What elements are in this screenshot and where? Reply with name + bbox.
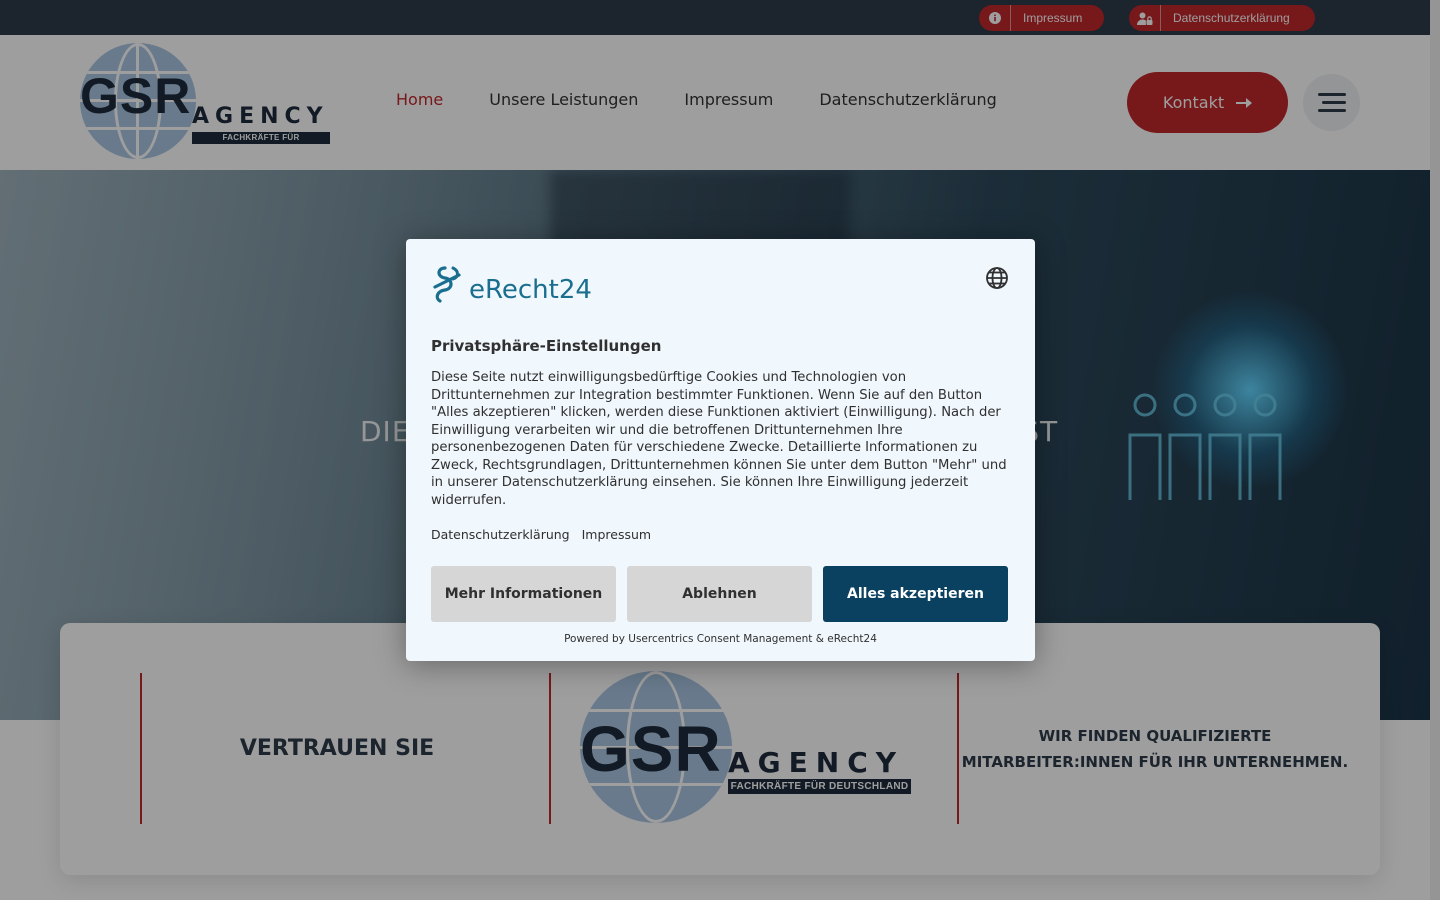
consent-title: Privatsphäre-Einstellungen (431, 337, 662, 355)
more-info-button[interactable]: Mehr Informationen (431, 566, 616, 622)
erecht24-logo: eRecht24 (431, 265, 592, 303)
consent-body-text: Diese Seite nutzt einwilligungsbedürftig… (431, 370, 1007, 508)
decline-button[interactable]: Ablehnen (627, 566, 812, 622)
powered-by-text: Powered by Usercentrics Consent Manageme… (564, 633, 877, 645)
consent-imprint-link[interactable]: Impressum (582, 527, 651, 542)
consent-privacy-link[interactable]: Datenschutzerklärung (431, 527, 570, 542)
consent-dialog: eRecht24 Privatsphäre-Einstellungen Dies… (406, 239, 1035, 661)
erecht24-wordmark: eRecht24 (469, 275, 592, 305)
language-globe-icon[interactable] (985, 266, 1009, 290)
erecht24-symbol-icon (433, 266, 461, 303)
consent-links: Datenschutzerklärung Impressum (431, 527, 651, 542)
accept-all-button[interactable]: Alles akzeptieren (823, 566, 1008, 622)
